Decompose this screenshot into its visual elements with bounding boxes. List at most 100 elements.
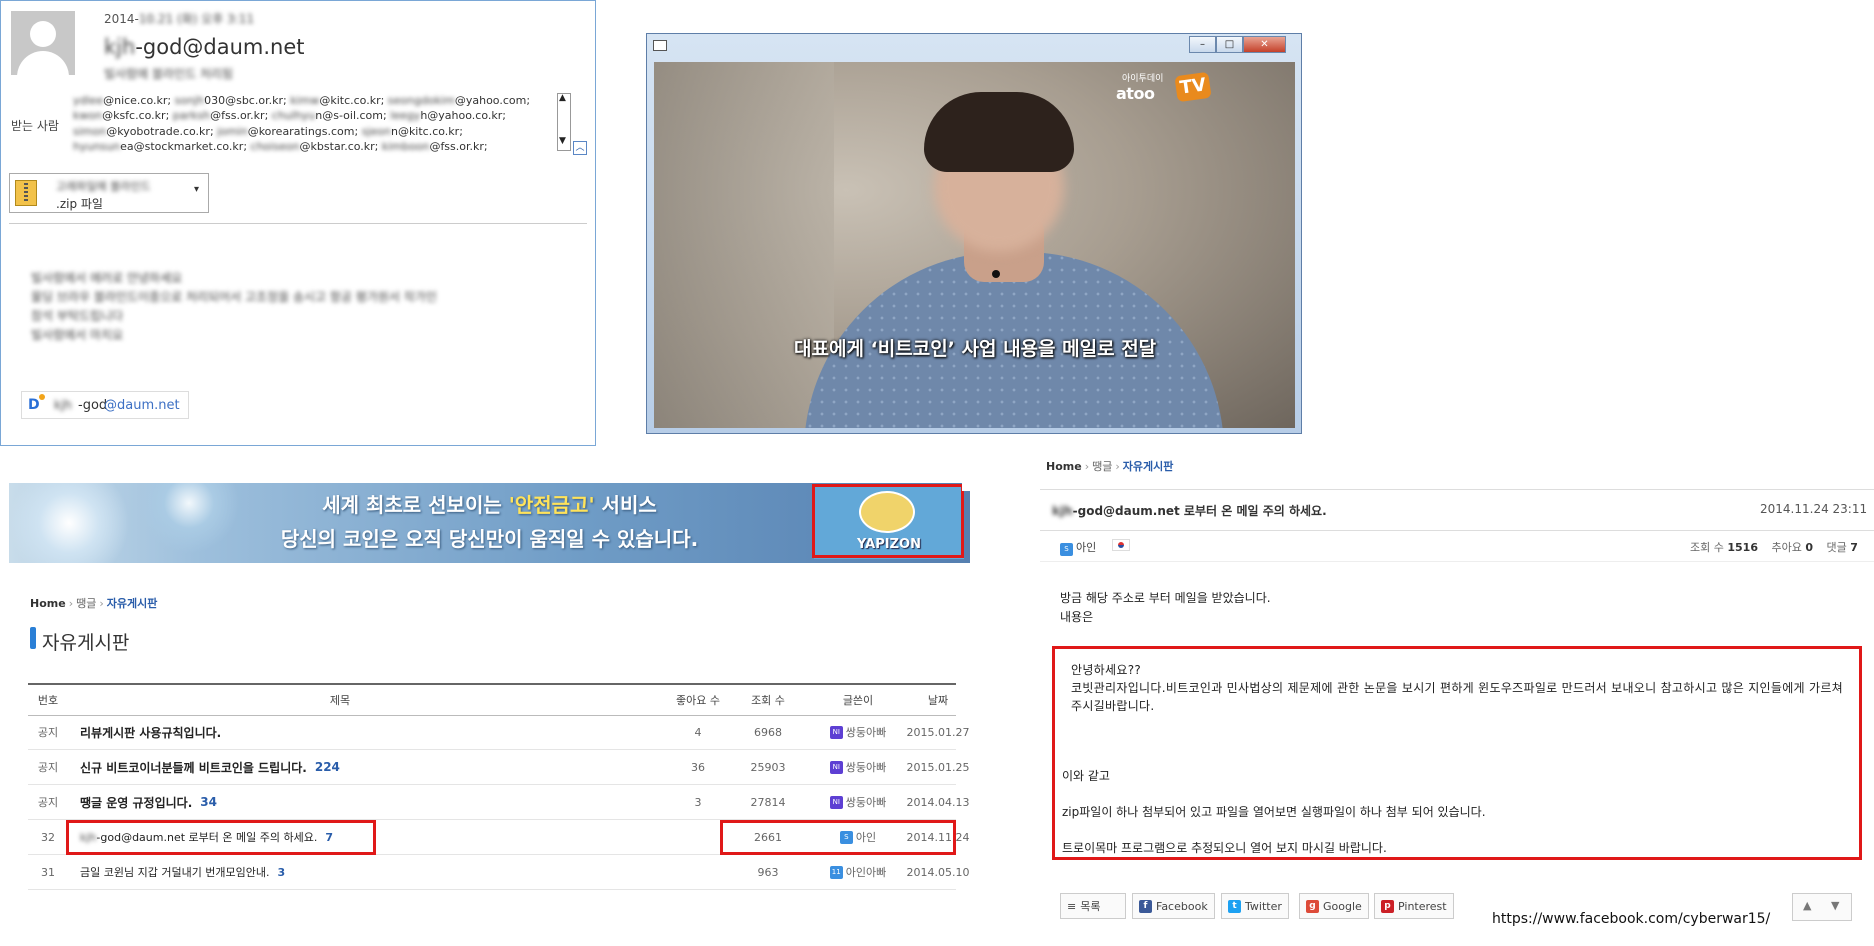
twitter-icon: t — [1228, 899, 1241, 913]
recipient-blurred: leegy — [390, 109, 421, 123]
level-icon: S — [1060, 543, 1073, 556]
google-button[interactable]: g Google — [1299, 893, 1369, 919]
header-likes[interactable]: 좋아요 수 — [668, 685, 728, 715]
header-title: 제목 — [329, 694, 351, 707]
chevron-down-icon[interactable]: ▾ — [194, 184, 199, 195]
row-date: 2015.01.27 — [906, 725, 970, 739]
header-date[interactable]: 날짜 — [888, 685, 988, 715]
row-no: 31 — [41, 865, 55, 879]
header-no: 번호 — [37, 694, 59, 707]
pinterest-icon: p — [1381, 899, 1394, 913]
zip-file-icon — [15, 180, 37, 206]
close-button[interactable]: ✕ — [1243, 36, 1286, 53]
title-marker — [30, 627, 36, 649]
menu-icon: ≡ — [1067, 899, 1077, 913]
row-title[interactable]: 리뷰게시판 사용규칙입니다. — [80, 715, 600, 749]
recipient-blurred: chulhyu — [271, 109, 316, 123]
post-meta: S 아인 조회 수 1516 추아요 0 댓글 7 — [1040, 529, 1874, 562]
table-row[interactable]: 공지 리뷰게시판 사용규칙입니다. 4 6968 NI 쌍둥아빠 2015.01.… — [28, 715, 969, 750]
to-label: 받는 사람 — [11, 119, 59, 133]
list-button[interactable]: ≡ 목록 — [1060, 893, 1126, 919]
arrow-up-icon[interactable]: ▲ — [1803, 899, 1811, 912]
table-row[interactable]: 31 금일 코윈님 지갑 거덜내기 번개모임안내. 3 963 11 아인아빠 20… — [28, 855, 969, 890]
post-text: 이와 같고 — [1062, 769, 1110, 783]
facebook-button[interactable]: f Facebook — [1132, 893, 1215, 919]
recipient-blurred: kimw — [290, 94, 320, 107]
header-views[interactable]: 조회 수 — [738, 685, 798, 715]
korea-flag-icon — [1112, 539, 1130, 551]
pinterest-button[interactable]: p Pinterest — [1374, 893, 1454, 919]
breadcrumb-section[interactable]: 땡글 — [1092, 460, 1112, 473]
post-author[interactable]: S 아인 — [1060, 539, 1096, 556]
breadcrumb-section[interactable]: 땡글 — [76, 597, 96, 610]
row-views: 6968 — [754, 725, 782, 739]
breadcrumb-current[interactable]: 자유게시판 — [107, 597, 158, 610]
row-views: 963 — [757, 865, 779, 879]
row-title[interactable]: 땡글 운영 규정입니다. 34 — [80, 785, 600, 819]
highlight-box — [812, 484, 964, 558]
channel-tv-icon: TV — [1174, 71, 1212, 103]
table-row[interactable]: 공지 땡글 운영 규정입니다. 34 3 27814 NI 쌍둥아빠 2014.04… — [28, 785, 969, 820]
collapse-icon[interactable]: ︿ — [573, 141, 587, 155]
recipient-address: @kyobotrade.co.kr; — [106, 124, 218, 138]
recipient-line[interactable]: hyunsunea@stockmarket.co.kr; choiseon@kb… — [73, 139, 551, 154]
comment-count[interactable]: 34 — [200, 795, 217, 809]
level-icon: NI — [829, 725, 843, 739]
email-sender[interactable]: kjh-god@daum.net — [104, 35, 305, 59]
scroll-up-icon[interactable]: ▲ — [559, 93, 566, 103]
breadcrumb-home[interactable]: Home — [1046, 460, 1082, 473]
row-likes: 4 — [694, 725, 702, 739]
arrow-down-icon[interactable]: ▼ — [1831, 899, 1839, 912]
attachment-item[interactable]: 고래파일에 블라인드 .zip 파일 ▾ — [9, 173, 209, 213]
breadcrumb-home[interactable]: Home — [30, 597, 66, 610]
facebook-url[interactable]: https://www.facebook.com/cyberwar15/ — [1492, 911, 1770, 927]
post-intro: 방금 해당 주소로 부터 메일을 받았습니다. 내용은 — [1060, 591, 1271, 624]
sender-signature[interactable]: D kjh -god @daum.net — [21, 391, 189, 419]
breadcrumb-current[interactable]: 자유게시판 — [1123, 460, 1174, 473]
video-frame[interactable]: 아이투데이 atoo TV 대표에게 ‘비트코인’ 사업 내용을 메일로 전달 — [654, 62, 1295, 428]
email-sender-name: 빌사람에 블라인드 처리됨 — [104, 67, 234, 81]
recipient-address: n@s-oil.com; — [315, 109, 391, 123]
row-title[interactable]: 금일 코윈님 지갑 거덜내기 번개모임안내. 3 — [80, 855, 600, 889]
row-no: 공지 — [37, 761, 59, 774]
recipient-address: @fss.or.kr; — [429, 140, 488, 154]
level-icon: NI — [829, 795, 843, 809]
table-row[interactable]: 공지 신규 비트코이너분들께 비트코인을 드립니다. 224 36 25903 N… — [28, 750, 969, 785]
row-no: 공지 — [37, 726, 59, 739]
email-body: 빌사람에서 에러로 안녕하세요 물딩 브라우 블라인드이중으로 처리되어서 고조… — [31, 271, 437, 342]
signature-user: -god — [78, 398, 108, 413]
row-date: 2014.05.10 — [906, 865, 970, 879]
post-title: kjh-god@daum.net 로부터 온 메일 주의 하세요. — [1052, 504, 1327, 518]
row-likes — [668, 855, 728, 889]
post-text: 트로이목마 프로그램으로 추정되오니 열어 보지 마시길 바랍니다. — [1062, 841, 1387, 855]
recipient-blurred: simon — [73, 124, 107, 138]
minimize-button[interactable]: – — [1189, 36, 1216, 53]
recipient-blurred: parksh — [172, 109, 211, 123]
post-header: kjh-god@daum.net 로부터 온 메일 주의 하세요. 2014.1… — [1040, 489, 1874, 531]
recipient-line[interactable]: ydlee@nice.co.kr; sonjh030@sbc.or.kr; ki… — [73, 93, 551, 108]
table-header: 번호 제목 좋아요 수 조회 수 글쓴이 날짜 — [28, 683, 956, 716]
twitter-button[interactable]: t Twitter — [1221, 893, 1289, 919]
ad-banner[interactable]: 세계 최초로 선보이는 '안전금고' 서비스 당신의 코인은 오직 당신만이 움… — [9, 483, 970, 563]
recipient-line[interactable]: simon@kyobotrade.co.kr; jomin@korearatin… — [73, 124, 551, 139]
highlight-box — [66, 820, 376, 855]
scroll-down-icon[interactable]: ▼ — [559, 136, 566, 146]
quoted-email: 안녕하세요?? 코빗관리자입니다.비트코인과 민사법상의 제문제에 관한 논문을… — [1052, 646, 1862, 860]
row-title[interactable]: 신규 비트코이너분들께 비트코인을 드립니다. 224 — [80, 750, 600, 784]
recipient-blurred: kwon — [73, 109, 103, 123]
attachment-type: .zip 파일 — [56, 197, 103, 211]
daum-dot-icon — [39, 394, 45, 400]
window-icon — [653, 40, 667, 51]
recipient-line[interactable]: kwon@ksfc.co.kr; parksh@fss.or.kr; chulh… — [73, 108, 551, 123]
banner-corner — [962, 483, 970, 491]
recipient-address: @kbstar.co.kr; — [299, 140, 382, 154]
avatar-icon — [11, 11, 75, 75]
comment-count[interactable]: 224 — [315, 760, 340, 774]
breadcrumb: Home › 땡글 › 자유게시판 — [30, 597, 158, 610]
recipient-address: @fss.or.kr; — [210, 109, 272, 123]
recipient-scrollbar[interactable]: ▲ ▼ — [557, 93, 571, 151]
post-text: zip파일이 하나 첨부되어 있고 파일을 열어보면 실행파일이 하나 첨부 되… — [1062, 805, 1486, 819]
maximize-button[interactable]: □ — [1216, 36, 1243, 53]
facebook-icon: f — [1139, 899, 1152, 913]
comment-count[interactable]: 3 — [278, 866, 286, 879]
